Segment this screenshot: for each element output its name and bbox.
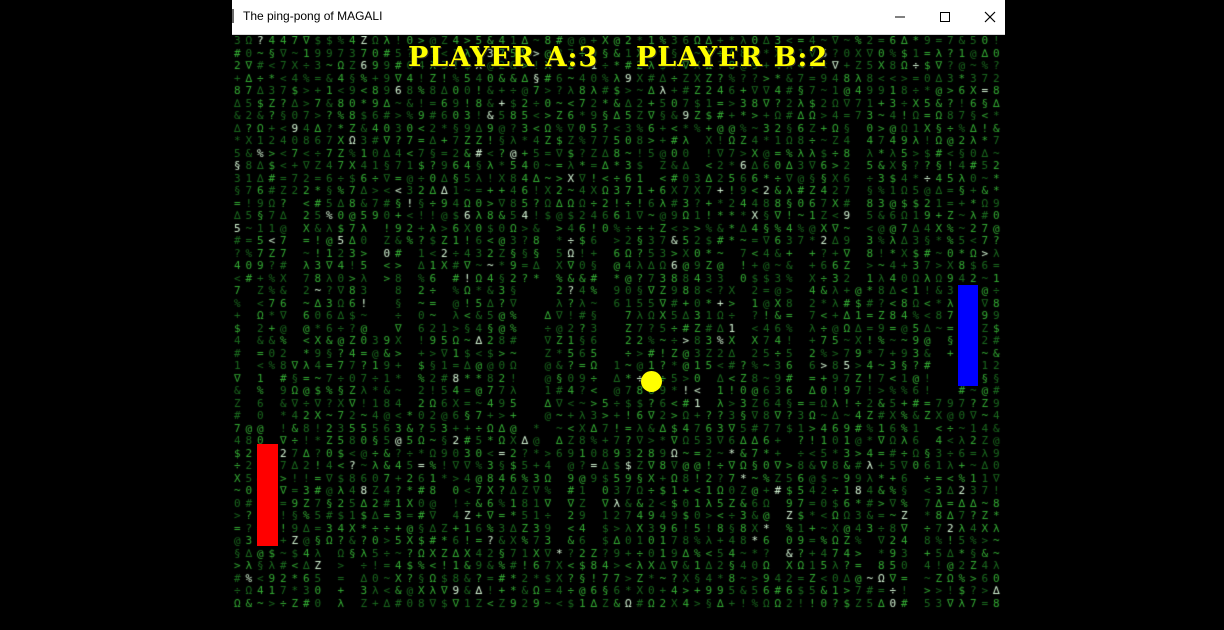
title-bar[interactable]: The ping-pong of MAGALI	[232, 0, 1005, 35]
right-paddle	[958, 285, 978, 386]
matrix-background	[232, 36, 1005, 610]
maximize-icon	[940, 12, 950, 22]
maximize-button[interactable]	[922, 0, 968, 34]
minimize-icon	[895, 16, 905, 18]
game-window: The ping-pong of MAGALI PLAYER A:3 PLAYE…	[232, 0, 1005, 630]
player-b-score: PLAYER B:2	[636, 42, 829, 73]
minimize-button[interactable]	[877, 0, 923, 34]
ball	[641, 371, 662, 392]
window-title: The ping-pong of MAGALI	[243, 9, 383, 23]
player-a-score: PLAYER A:3	[408, 42, 599, 73]
left-paddle	[257, 444, 278, 546]
window-bottom-edge	[232, 610, 1005, 630]
close-button[interactable]	[967, 0, 1013, 34]
game-canvas[interactable]: PLAYER A:3 PLAYER B:2	[232, 36, 1005, 610]
close-icon	[984, 11, 996, 23]
app-icon	[232, 9, 240, 23]
